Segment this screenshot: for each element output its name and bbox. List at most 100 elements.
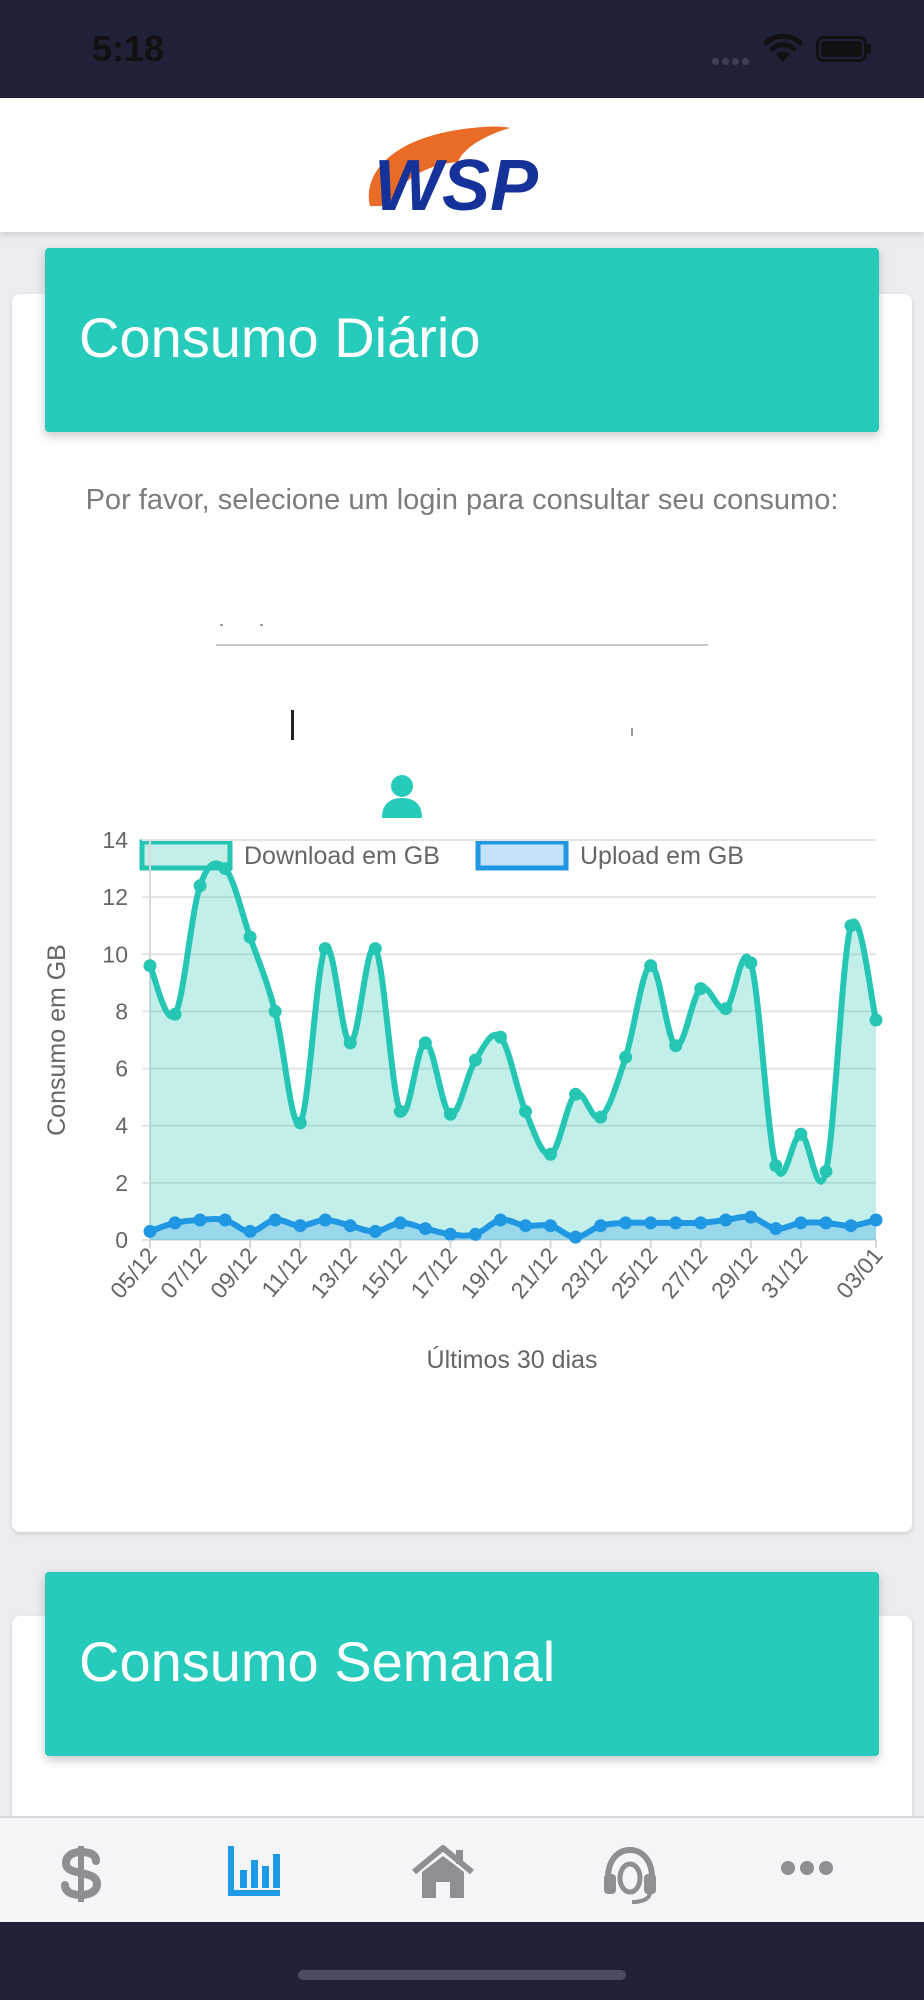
x-tick-label: 27/12: [656, 1243, 713, 1304]
data-point: [569, 1087, 583, 1101]
data-point: [769, 1159, 783, 1173]
x-tick-label: 07/12: [155, 1243, 212, 1304]
status-time: 5:18: [92, 28, 165, 69]
data-point: [719, 1002, 733, 1016]
data-point: [794, 1127, 808, 1141]
home-indicator[interactable]: [298, 1970, 626, 1980]
x-tick-label: 25/12: [606, 1243, 663, 1304]
wsp-logo: WSP: [368, 126, 539, 218]
x-tick-label: 15/12: [355, 1243, 412, 1304]
daily-consumption-chart: Download em GB Upload em GB 0 2 4 6 8 10 12 14 Con…: [43, 832, 888, 1374]
y-tick-label: 12: [102, 884, 128, 910]
weekly-card-title: Consumo Semanal: [79, 1630, 556, 1693]
x-axis-title: Últimos 30 dias: [427, 1345, 598, 1374]
y-tick-label: 4: [115, 1113, 128, 1139]
data-point: [218, 1213, 232, 1227]
data-point: [619, 1216, 633, 1230]
dollar-icon[interactable]: [56, 1844, 106, 1904]
data-point: [418, 1222, 432, 1236]
wifi-icon: [763, 34, 803, 62]
data-point: [493, 1030, 507, 1044]
x-tick-label: 17/12: [405, 1243, 462, 1304]
data-point: [669, 1039, 683, 1053]
content-scroll[interactable]: Consumo Diário Por favor, selecione um l…: [0, 232, 924, 1816]
login-input-mark: [631, 728, 633, 736]
home-icon[interactable]: [410, 1844, 476, 1900]
logo-text: WSP: [374, 146, 539, 218]
data-point: [343, 1036, 357, 1050]
data-point: [268, 1213, 282, 1227]
data-point: [619, 1050, 633, 1064]
login-select-mark: [260, 624, 263, 626]
legend-label: Upload em GB: [580, 842, 744, 870]
data-point: [869, 1013, 883, 1027]
data-point: [143, 1224, 157, 1238]
data-point: [819, 1216, 833, 1230]
y-tick-label: 8: [115, 998, 128, 1024]
data-point: [644, 959, 658, 973]
data-point: [168, 1216, 182, 1230]
data-point: [168, 1007, 182, 1021]
login-input-caret[interactable]: [291, 710, 294, 740]
series-area: [150, 863, 876, 1240]
weekly-card-header: Consumo Semanal: [45, 1572, 879, 1756]
data-point: [343, 1219, 357, 1233]
data-point: [694, 982, 708, 996]
login-select[interactable]: [216, 644, 708, 646]
more-icon[interactable]: [780, 1860, 834, 1876]
bar-chart-icon[interactable]: [226, 1844, 282, 1898]
x-tick-label: 31/12: [756, 1243, 813, 1304]
data-point: [468, 1227, 482, 1241]
data-point: [243, 930, 257, 944]
data-point: [694, 1216, 708, 1230]
daily-card-header: Consumo Diário: [45, 248, 879, 432]
legend-label: Download em GB: [244, 842, 440, 870]
data-point: [544, 1219, 558, 1233]
data-point: [468, 1053, 482, 1067]
data-point: [744, 956, 758, 970]
battery-icon: [816, 36, 871, 62]
data-point: [443, 1107, 457, 1121]
status-bar: 5:18: [0, 0, 924, 98]
x-tick-label: 29/12: [706, 1243, 763, 1304]
data-point: [368, 1224, 382, 1238]
data-point: [794, 1216, 808, 1230]
x-tick-label: 19/12: [455, 1243, 512, 1304]
cellular-signal-icon: [712, 52, 752, 70]
data-point: [719, 1213, 733, 1227]
data-point: [143, 959, 157, 973]
data-point: [268, 1004, 282, 1018]
data-point: [544, 1147, 558, 1161]
y-tick-label: 0: [115, 1227, 128, 1253]
data-point: [368, 942, 382, 956]
person-icon[interactable]: [380, 774, 424, 820]
data-point: [293, 1116, 307, 1130]
y-tick-label: 10: [102, 941, 128, 967]
daily-card-title: Consumo Diário: [79, 306, 481, 369]
login-select-mark: [220, 624, 223, 626]
tab-bar: [0, 1816, 924, 1924]
x-tick-label: 13/12: [305, 1243, 362, 1304]
data-point: [418, 1036, 432, 1050]
data-point: [318, 1213, 332, 1227]
data-point: [869, 1213, 883, 1227]
data-point: [493, 1213, 507, 1227]
data-point: [393, 1104, 407, 1118]
x-tick-label: 09/12: [205, 1243, 262, 1304]
data-point: [844, 1219, 858, 1233]
data-point: [744, 1210, 758, 1224]
data-point: [218, 862, 232, 876]
home-area: [0, 1922, 924, 2000]
y-tick-label: 14: [102, 832, 128, 853]
x-tick-label: 05/12: [105, 1243, 162, 1304]
data-point: [519, 1104, 533, 1118]
x-tick-label: 11/12: [256, 1243, 312, 1303]
data-point: [443, 1227, 457, 1241]
data-point: [243, 1224, 257, 1238]
data-point: [769, 1222, 783, 1236]
data-point: [594, 1110, 608, 1124]
headset-icon[interactable]: [600, 1844, 660, 1904]
y-tick-label: 6: [115, 1056, 128, 1082]
data-point: [519, 1219, 533, 1233]
data-point: [644, 1216, 658, 1230]
